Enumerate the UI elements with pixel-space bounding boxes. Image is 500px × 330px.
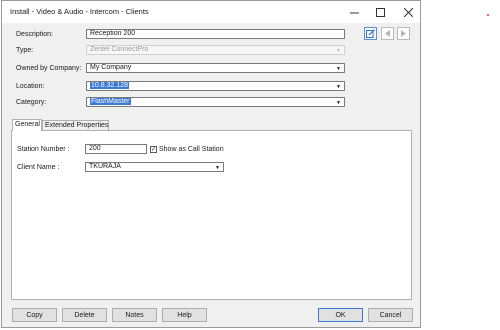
- maximize-button[interactable]: [365, 1, 395, 23]
- window-title: Install - Video & Audio - Intercom - Cli…: [10, 7, 149, 16]
- owned-by-company-select[interactable]: My Company ▼: [86, 63, 345, 73]
- location-value: 10.8.32.128: [90, 82, 129, 89]
- category-value: FlashMaster: [90, 98, 131, 105]
- delete-button[interactable]: Delete: [62, 308, 107, 322]
- edit-button[interactable]: [364, 27, 377, 40]
- dialog-window: Install - Video & Audio - Intercom - Cli…: [1, 0, 421, 328]
- notes-button[interactable]: Notes: [112, 308, 157, 322]
- station-number-field[interactable]: 200: [85, 144, 147, 154]
- show-as-call-station-checkbox[interactable]: ✓: [150, 146, 157, 153]
- owned-by-company-value: My Company: [90, 64, 132, 71]
- chevron-down-icon: ▼: [336, 100, 341, 106]
- next-record-button[interactable]: [397, 27, 410, 40]
- ok-button[interactable]: OK: [318, 308, 363, 322]
- description-field[interactable]: Reception 200: [86, 29, 345, 39]
- arrow-left-icon: [385, 30, 390, 37]
- checkmark-icon: ✓: [150, 146, 157, 153]
- category-select[interactable]: FlashMaster ▼: [86, 97, 345, 107]
- copy-button[interactable]: Copy: [12, 308, 57, 322]
- minimize-icon: [349, 12, 359, 13]
- help-button[interactable]: Help: [162, 308, 207, 322]
- client-name-label: Client Name :: [17, 164, 60, 171]
- category-label: Category:: [16, 99, 47, 106]
- previous-record-button[interactable]: [381, 27, 394, 40]
- location-select[interactable]: 10.8.32.128 ▼: [86, 81, 345, 91]
- cancel-button[interactable]: Cancel: [368, 308, 413, 322]
- chevron-down-icon: ▼: [215, 165, 220, 171]
- close-icon: [403, 7, 413, 17]
- owned-by-company-label: Owned by Company:: [16, 65, 82, 72]
- chevron-down-icon: ▼: [336, 48, 341, 54]
- type-label: Type:: [16, 47, 34, 54]
- edit-icon: [366, 29, 375, 38]
- client-name-select[interactable]: TKURAJA ▼: [85, 162, 224, 172]
- maximize-icon: [375, 7, 385, 17]
- client-name-value: TKURAJA: [89, 163, 121, 170]
- tab-general[interactable]: General: [12, 119, 42, 131]
- red-dot-marker: [487, 14, 489, 16]
- description-label: Description:: [16, 31, 53, 38]
- tab-panel-general: Station Number : 200 ✓ Show as Call Stat…: [11, 130, 412, 300]
- close-button[interactable]: [393, 1, 423, 23]
- chevron-down-icon: ▼: [336, 84, 341, 90]
- location-label: Location:: [16, 83, 45, 90]
- type-select: Zentel ConnectPro ▼: [86, 45, 345, 55]
- title-bar[interactable]: Install - Video & Audio - Intercom - Cli…: [2, 1, 420, 23]
- type-value: Zentel ConnectPro: [90, 46, 149, 53]
- station-number-label: Station Number :: [17, 146, 70, 153]
- chevron-down-icon: ▼: [336, 66, 341, 72]
- show-as-call-station-label: Show as Call Station: [159, 146, 224, 153]
- arrow-right-icon: [401, 30, 406, 37]
